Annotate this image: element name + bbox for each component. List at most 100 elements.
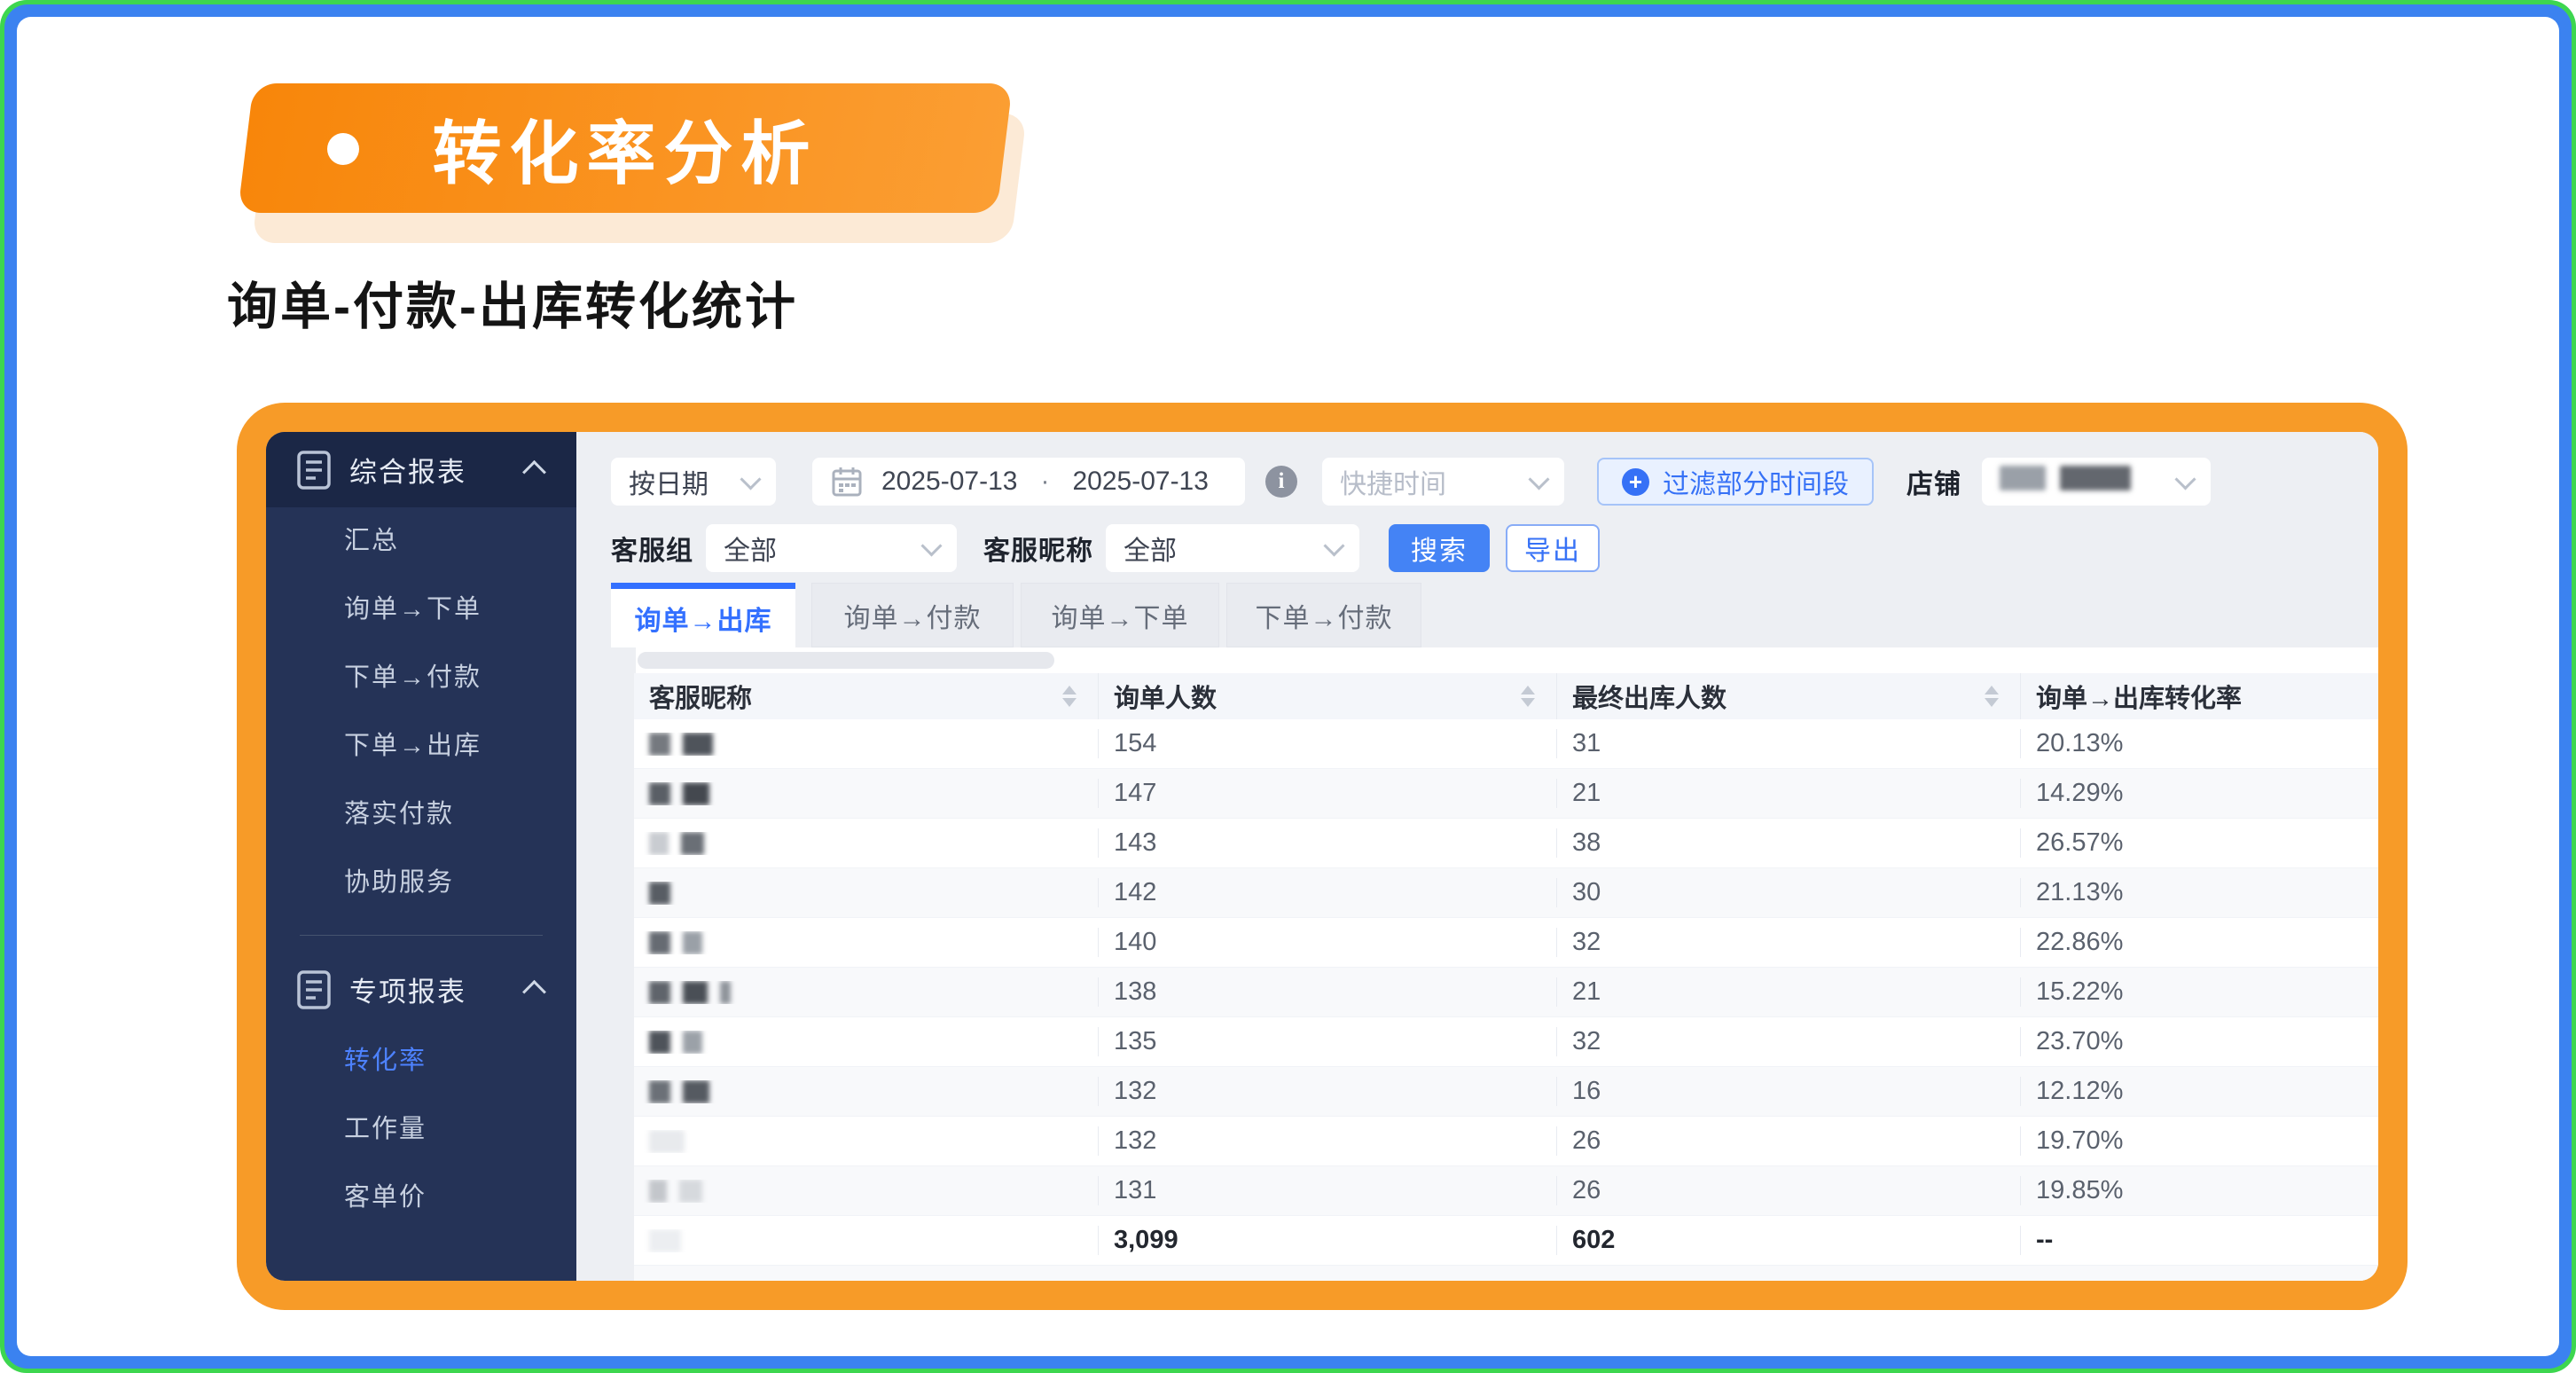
- chevron-down-icon: [920, 535, 942, 556]
- filter-timerange-button[interactable]: + 过滤部分时间段: [1597, 458, 1874, 506]
- cell-agent-nickname: [634, 1031, 1098, 1054]
- cell-inquiry-count: 132: [1098, 1126, 1556, 1156]
- column-header-客服昵称[interactable]: 客服昵称: [634, 673, 1098, 719]
- cell-agent-nickname: [634, 931, 1098, 954]
- cell-inquiry-count: 143: [1098, 828, 1556, 858]
- censored-text-block: [649, 981, 670, 1004]
- sidebar-group-专项报表[interactable]: 专项报表: [266, 952, 576, 1027]
- column-header-label: 最终出库人数: [1572, 678, 1726, 715]
- censored-text-block: [649, 1180, 667, 1203]
- cell-outbound-count: 31: [1556, 729, 2020, 758]
- column-header-label: 询单人数: [1114, 678, 1217, 715]
- filter-row-2: 客服组 全部 客服昵称 全部 搜索 导出: [611, 524, 1600, 572]
- censored-text-block: [649, 733, 670, 756]
- sidebar-item-落实付款[interactable]: 落实付款: [266, 781, 576, 849]
- table-row: 1423021.13%: [634, 868, 2378, 918]
- agent-nickname-select[interactable]: 全部: [1106, 524, 1359, 572]
- sort-icon[interactable]: [1985, 686, 1999, 707]
- table-row: 1322619.70%: [634, 1117, 2378, 1166]
- cell-agent-nickname: [634, 981, 1098, 1004]
- sidebar-group-label: 综合报表: [349, 450, 466, 490]
- table-header: 客服昵称询单人数 最终出库人数 询单→出库转化率: [634, 673, 2378, 719]
- section-banner: 转化率分析: [238, 83, 1013, 213]
- cell-agent-nickname: [634, 782, 1098, 805]
- export-button[interactable]: 导出: [1506, 524, 1600, 572]
- scrollbar-thumb[interactable]: [638, 652, 1054, 669]
- sidebar-item-询单→下单[interactable]: 询单→下单: [266, 576, 576, 644]
- sort-icon[interactable]: [1521, 686, 1535, 707]
- banner-title: 转化率分析: [432, 98, 818, 198]
- page-canvas: 转化率分析 询单-付款-出库转化统计 综合报表汇总询单→下单下单→付款下单→出库…: [17, 17, 2559, 1356]
- chevron-down-icon: [1323, 535, 1344, 556]
- censored-text-block: [649, 1130, 685, 1153]
- calendar-icon: [832, 467, 862, 497]
- shop-select[interactable]: [1982, 458, 2211, 506]
- cell-inquiry-count: 135: [1098, 1027, 1556, 1056]
- cell-outbound-count: 21: [1556, 779, 2020, 808]
- tab-询单→付款[interactable]: 询单→付款: [811, 583, 1014, 647]
- date-mode-select[interactable]: 按日期: [611, 458, 776, 506]
- clipped-row: [634, 1266, 2378, 1281]
- sidebar-item-转化率[interactable]: 转化率: [266, 1027, 576, 1095]
- cell-conversion-rate: 23.70%: [2020, 1027, 2378, 1056]
- sort-icon[interactable]: [1062, 686, 1077, 707]
- tab-询单→出库[interactable]: 询单→出库: [611, 583, 795, 647]
- censored-text-block: [683, 1080, 709, 1103]
- horizontal-scrollbar[interactable]: [636, 647, 2378, 673]
- cell-inquiry-count: 142: [1098, 878, 1556, 907]
- shop-censored-value: [2000, 466, 2145, 498]
- tab-询单→下单[interactable]: 询单→下单: [1021, 583, 1219, 647]
- sidebar-item-协助服务[interactable]: 协助服务: [266, 849, 576, 917]
- table-row: 1382115.22%: [634, 968, 2378, 1017]
- censored-text-block: [720, 981, 731, 1004]
- censored-text-block: [649, 1080, 670, 1103]
- cell-conversion-rate: 22.86%: [2020, 928, 2378, 957]
- cell-outbound-count: 16: [1556, 1077, 2020, 1106]
- tab-下单→付款[interactable]: 下单→付款: [1226, 583, 1421, 647]
- cell-outbound-count: 32: [1556, 1027, 2020, 1056]
- cell-agent-nickname: [634, 882, 1098, 905]
- cell-conversion-rate: 15.22%: [2020, 977, 2378, 1007]
- agent-group-value: 全部: [724, 529, 777, 568]
- censored-text-block: [683, 1031, 702, 1054]
- agent-group-label: 客服组: [611, 529, 693, 568]
- table-total-row: 3,099602--: [634, 1216, 2378, 1266]
- sidebar-group-综合报表[interactable]: 综合报表: [266, 432, 576, 507]
- censored-text-block: [649, 882, 670, 905]
- table-card: 客服昵称询单人数最终出库人数询单→出库转化率 1543120.13%147211…: [634, 673, 2378, 1281]
- column-header-询单人数[interactable]: 询单人数: [1098, 673, 1556, 719]
- cell-conversion-rate: 14.29%: [2020, 779, 2378, 808]
- sidebar-item-汇总[interactable]: 汇总: [266, 507, 576, 576]
- sidebar-item-客单价[interactable]: 客单价: [266, 1164, 576, 1232]
- cell-agent-nickname: [634, 1130, 1098, 1153]
- date-separator: ·: [1040, 467, 1049, 497]
- censored-text-block: [683, 782, 709, 805]
- cell-agent-nickname: [634, 1229, 1098, 1252]
- cell-inquiry-count: 3,099: [1098, 1226, 1556, 1255]
- table-row: 1543120.13%: [634, 719, 2378, 769]
- cell-conversion-rate: 19.85%: [2020, 1176, 2378, 1205]
- sidebar-item-下单→出库[interactable]: 下单→出库: [266, 712, 576, 781]
- cell-outbound-count: 30: [1556, 878, 2020, 907]
- cell-inquiry-count: 131: [1098, 1176, 1556, 1205]
- cell-inquiry-count: 138: [1098, 977, 1556, 1007]
- date-end-value: 2025-07-13: [1072, 467, 1208, 497]
- info-icon[interactable]: i: [1265, 466, 1297, 498]
- censored-text-block: [683, 931, 702, 954]
- sidebar-divider: [300, 935, 543, 936]
- search-button[interactable]: 搜索: [1389, 524, 1490, 572]
- chevron-up-icon: [522, 980, 546, 1004]
- chevron-down-icon: [1528, 468, 1549, 490]
- sidebar-item-下单→付款[interactable]: 下单→付款: [266, 644, 576, 712]
- quick-time-select[interactable]: 快捷时间: [1322, 458, 1564, 506]
- cell-conversion-rate: --: [2020, 1226, 2378, 1255]
- sidebar-item-工作量[interactable]: 工作量: [266, 1095, 576, 1164]
- chevron-down-icon: [740, 468, 761, 490]
- cell-agent-nickname: [634, 832, 1098, 855]
- agent-group-select[interactable]: 全部: [706, 524, 957, 572]
- date-range-picker[interactable]: 2025-07-13 · 2025-07-13: [812, 458, 1245, 506]
- column-header-询单→出库转化率: 询单→出库转化率: [2020, 673, 2378, 719]
- date-start-value: 2025-07-13: [881, 467, 1017, 497]
- column-header-最终出库人数[interactable]: 最终出库人数: [1556, 673, 2020, 719]
- plus-circle-icon: +: [1622, 468, 1649, 496]
